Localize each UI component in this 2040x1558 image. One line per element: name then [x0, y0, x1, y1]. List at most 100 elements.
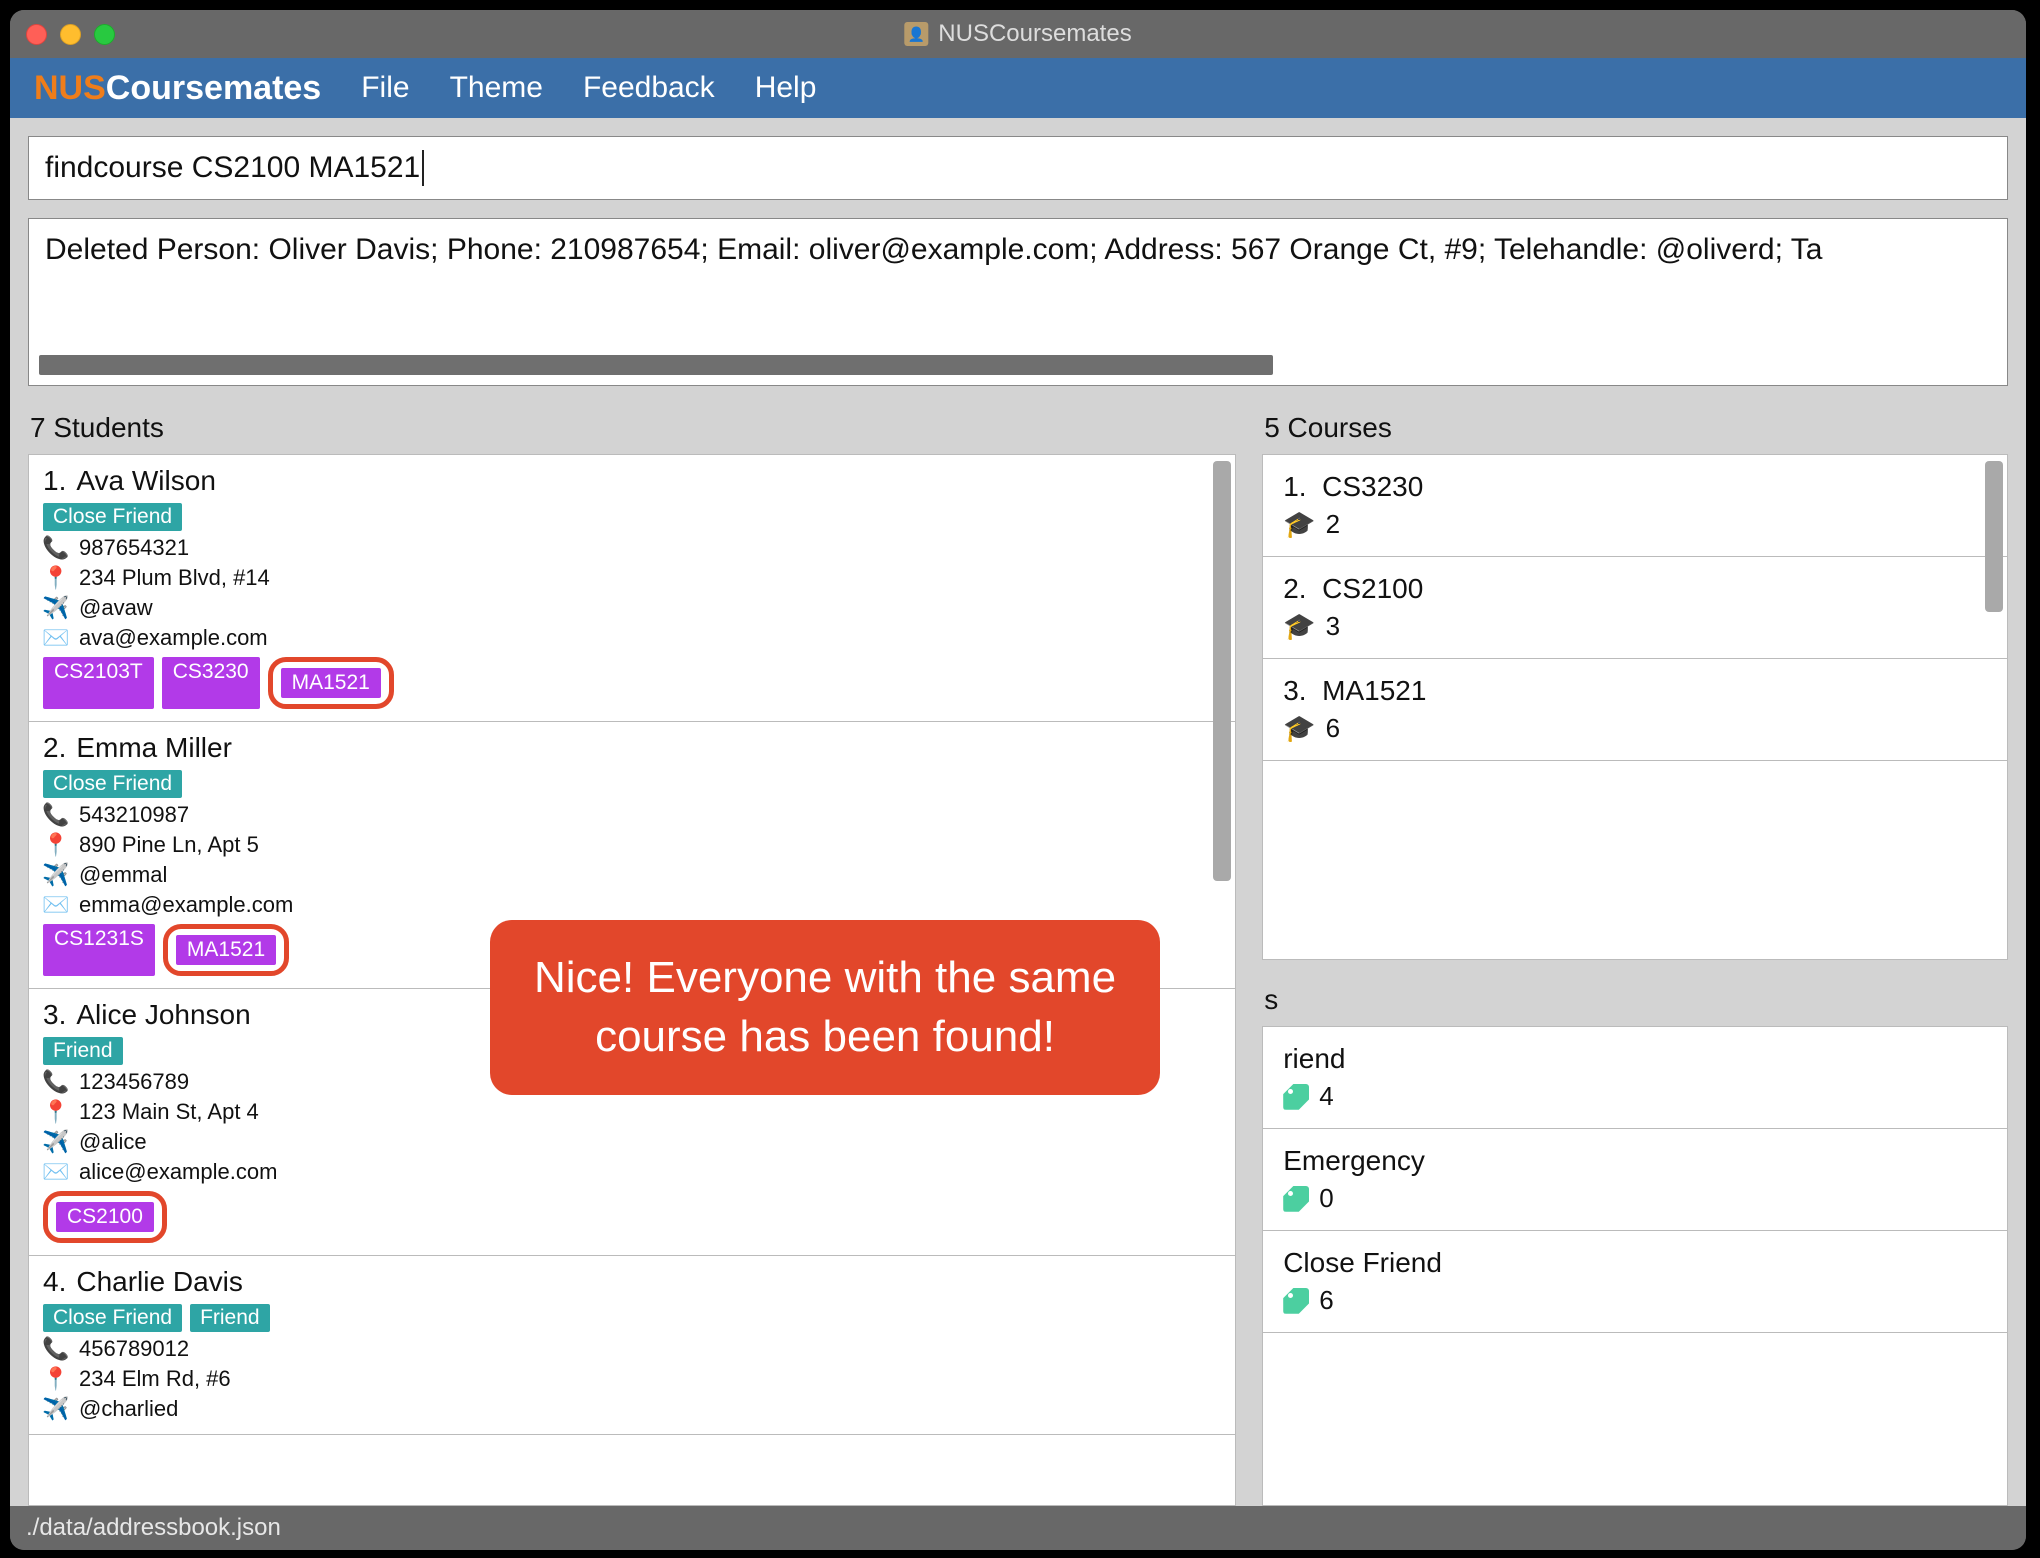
- maximize-icon[interactable]: [94, 24, 115, 45]
- tag-label: riend: [1283, 1043, 1345, 1074]
- student-address: 234 Plum Blvd, #14: [79, 565, 270, 591]
- mail-icon: ✉️: [43, 892, 69, 918]
- student-name: Alice Johnson: [76, 999, 250, 1031]
- result-display: Deleted Person: Oliver Davis; Phone: 210…: [28, 218, 2008, 386]
- student-index: 1.: [43, 465, 66, 497]
- student-phone: 456789012: [79, 1336, 189, 1362]
- student-icon: 🎓: [1283, 509, 1315, 540]
- close-icon[interactable]: [26, 24, 47, 45]
- course-code: MA1521: [1322, 675, 1426, 706]
- app-icon: 👤: [904, 22, 928, 46]
- command-input[interactable]: findcourse CS2100 MA1521: [28, 136, 2008, 200]
- tag-icon: [1283, 1186, 1309, 1212]
- minimize-icon[interactable]: [60, 24, 81, 45]
- telegram-icon: ✈️: [43, 1129, 69, 1155]
- content-area: findcourse CS2100 MA1521 Deleted Person:…: [10, 118, 2026, 1506]
- tags-header: s: [1262, 978, 2008, 1026]
- student-name: Emma Miller: [76, 732, 232, 764]
- student-tele: @avaw: [79, 595, 153, 621]
- student-icon: 🎓: [1283, 713, 1315, 744]
- pin-icon: 📍: [43, 1099, 69, 1125]
- tag-card[interactable]: Close Friend 6: [1263, 1231, 2007, 1333]
- student-email: emma@example.com: [79, 892, 293, 918]
- tag-icon: [1283, 1288, 1309, 1314]
- window-title: 👤 NUSCoursemates: [904, 20, 1131, 48]
- result-text: Deleted Person: Oliver Davis; Phone: 210…: [45, 233, 1822, 266]
- course-card[interactable]: 2. CS2100 🎓3: [1263, 557, 2007, 659]
- brand-rest: Coursemates: [106, 69, 321, 107]
- app-window: 👤 NUSCoursemates NUSCoursemates File The…: [10, 10, 2026, 1550]
- phone-icon: 📞: [43, 802, 69, 828]
- courses-list[interactable]: 1. CS3230 🎓2 2. CS2100 🎓3 3. MA1521 🎓6: [1262, 454, 2008, 960]
- course-count: 2: [1326, 509, 1340, 540]
- student-phone: 123456789: [79, 1069, 189, 1095]
- course-card[interactable]: 1. CS3230 🎓 2: [1263, 455, 2007, 557]
- traffic-lights: [26, 24, 115, 45]
- student-email: ava@example.com: [79, 625, 268, 651]
- tag-icon: [1283, 1084, 1309, 1110]
- course-badge: CS3230: [162, 657, 260, 709]
- courses-panel: 5 Courses 1. CS3230 🎓2 2. CS2100 🎓3 3: [1262, 406, 2008, 960]
- course-badge: CS2100: [56, 1202, 154, 1232]
- tag-badge: Close Friend: [43, 503, 182, 531]
- course-badge: CS2103T: [43, 657, 154, 709]
- student-tele: @alice: [79, 1129, 147, 1155]
- menu-feedback[interactable]: Feedback: [583, 71, 715, 105]
- student-address: 234 Elm Rd, #6: [79, 1366, 231, 1392]
- course-card[interactable]: 3. MA1521 🎓6: [1263, 659, 2007, 761]
- telegram-icon: ✈️: [43, 1396, 69, 1422]
- tag-label: Emergency: [1283, 1145, 1425, 1176]
- vertical-scrollbar[interactable]: [1213, 461, 1231, 881]
- student-phone: 543210987: [79, 802, 189, 828]
- menubar: NUSCoursemates File Theme Feedback Help: [10, 58, 2026, 118]
- tag-badge: Friend: [43, 1037, 123, 1065]
- status-path: ./data/addressbook.json: [26, 1514, 281, 1542]
- right-column: 5 Courses 1. CS3230 🎓2 2. CS2100 🎓3 3: [1262, 406, 2008, 1506]
- student-tele: @charlied: [79, 1396, 178, 1422]
- course-badge: CS1231S: [43, 924, 155, 976]
- tag-card[interactable]: Emergency 0: [1263, 1129, 2007, 1231]
- student-card[interactable]: 4.Charlie Davis Close Friend Friend 📞456…: [29, 1256, 1235, 1435]
- tag-badge: Close Friend: [43, 1304, 182, 1332]
- menu-theme[interactable]: Theme: [450, 71, 543, 105]
- student-email: alice@example.com: [79, 1159, 277, 1185]
- tag-count: 0: [1319, 1183, 1333, 1214]
- menu-file[interactable]: File: [361, 71, 409, 105]
- student-name-line: 1. Ava Wilson: [43, 465, 1221, 497]
- student-card[interactable]: 1. Ava Wilson Close Friend 📞987654321 📍2…: [29, 455, 1235, 722]
- course-row: CS2103T CS3230 MA1521: [43, 657, 1221, 709]
- course-code: CS2100: [1322, 573, 1423, 604]
- text-cursor-icon: [422, 150, 424, 186]
- callout-line2: course has been found!: [534, 1007, 1116, 1066]
- window-title-text: NUSCoursemates: [938, 20, 1131, 48]
- course-index: 3.: [1283, 675, 1306, 706]
- course-index: 1.: [1283, 471, 1306, 502]
- pin-icon: 📍: [43, 832, 69, 858]
- student-name: Charlie Davis: [76, 1266, 243, 1298]
- student-address: 890 Pine Ln, Apt 5: [79, 832, 259, 858]
- course-count: 3: [1326, 611, 1340, 642]
- tags-list[interactable]: riend 4 Emergency 0 Close Friend 6: [1262, 1026, 2008, 1506]
- course-code: CS3230: [1322, 471, 1423, 502]
- course-badge: MA1521: [281, 668, 381, 698]
- vertical-scrollbar[interactable]: [1985, 461, 2003, 612]
- horizontal-scrollbar[interactable]: [39, 355, 1997, 375]
- students-header: 7 Students: [28, 406, 1236, 454]
- pin-icon: 📍: [43, 1366, 69, 1392]
- scrollbar-thumb[interactable]: [39, 355, 1273, 375]
- tag-row: Close Friend: [43, 503, 1221, 531]
- phone-icon: 📞: [43, 1069, 69, 1095]
- tag-badge: Close Friend: [43, 770, 182, 798]
- student-phone: 987654321: [79, 535, 189, 561]
- callout-line1: Nice! Everyone with the same: [534, 948, 1116, 1007]
- highlight-ring: MA1521: [268, 657, 394, 709]
- titlebar: 👤 NUSCoursemates: [10, 10, 2026, 58]
- tag-card[interactable]: riend 4: [1263, 1027, 2007, 1129]
- course-index: 2.: [1283, 573, 1306, 604]
- student-address: 123 Main St, Apt 4: [79, 1099, 259, 1125]
- statusbar: ./data/addressbook.json: [10, 1506, 2026, 1550]
- mail-icon: ✉️: [43, 1159, 69, 1185]
- menu-help[interactable]: Help: [755, 71, 817, 105]
- brand-nus: NUS: [34, 69, 106, 107]
- tag-count: 4: [1319, 1081, 1333, 1112]
